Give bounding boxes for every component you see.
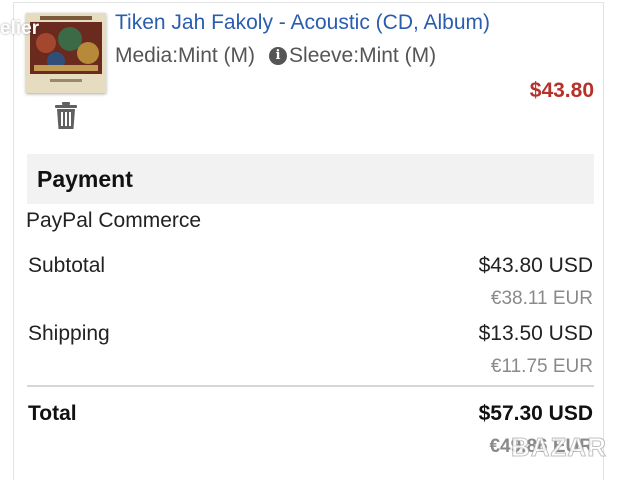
subtotal-usd: $43.80 USD: [478, 254, 593, 277]
shipping-eur: €11.75 EUR: [490, 356, 593, 377]
payment-section: Payment PayPal Commerce Subtotal $43.80 …: [13, 145, 604, 480]
album-cover-image[interactable]: [26, 13, 106, 93]
subtotal-label: Subtotal: [28, 254, 106, 277]
payment-heading: Payment: [37, 166, 133, 192]
total-label: Total: [28, 402, 77, 425]
shipping-label: Shipping: [28, 322, 110, 345]
shipping-usd: $13.50 USD: [478, 322, 593, 345]
payment-method: PayPal Commerce: [26, 209, 202, 232]
cart-item: Tiken Jah Fakoly - Acoustic (CD, Album) …: [13, 2, 604, 146]
trash-icon[interactable]: [54, 102, 78, 130]
item-price: $43.80: [529, 79, 594, 102]
total-usd: $57.30 USD: [478, 402, 593, 425]
item-condition: Media:Mint (M) i Sleeve:Mint (M): [115, 44, 436, 68]
sleeve-condition: Sleeve:Mint (M): [289, 44, 437, 67]
subtotal-eur: €38.11 EUR: [490, 288, 593, 309]
info-icon[interactable]: i: [269, 47, 288, 65]
item-title-link[interactable]: Tiken Jah Fakoly - Acoustic (CD, Album): [115, 11, 490, 35]
divider: [27, 385, 594, 387]
media-condition: Media:Mint (M): [115, 44, 256, 67]
payment-header: Payment: [27, 154, 594, 204]
total-eur: €49.86 EUR: [489, 436, 593, 457]
